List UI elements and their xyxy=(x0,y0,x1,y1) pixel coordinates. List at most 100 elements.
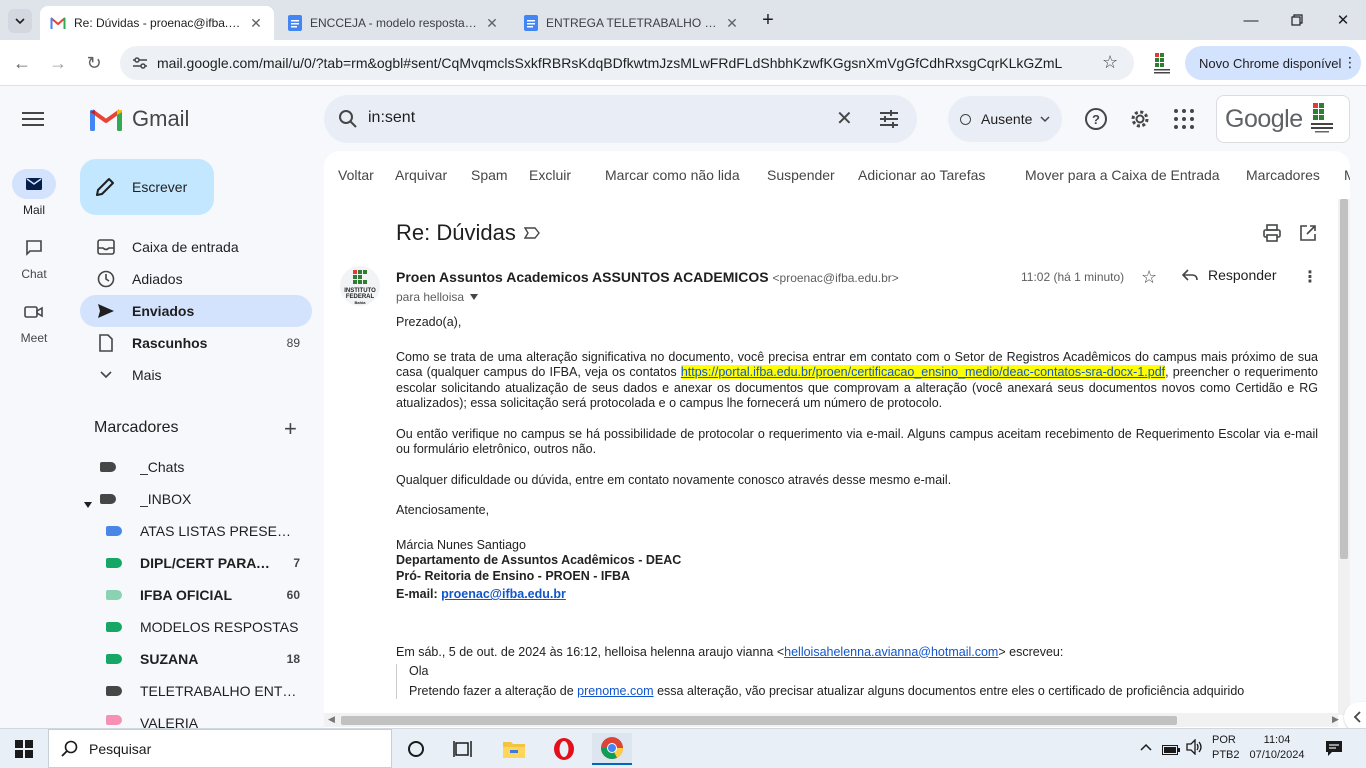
delete-button[interactable]: Excluir xyxy=(529,167,571,183)
reply-button[interactable]: Responder xyxy=(1182,267,1277,283)
close-icon[interactable]: ✕ xyxy=(248,15,264,32)
battery-icon[interactable] xyxy=(1162,742,1180,758)
horizontal-scrollbar-thumb[interactable] xyxy=(341,716,1177,725)
sidebar-item-inbox[interactable]: Caixa de entrada xyxy=(80,231,312,263)
sender-name[interactable]: Proen Assuntos Academicos ASSUNTOS ACADE… xyxy=(396,269,769,285)
input-language-indicator[interactable]: POR PTB2 xyxy=(1212,733,1240,763)
search-options-icon[interactable] xyxy=(879,109,899,129)
close-icon[interactable]: ✕ xyxy=(724,15,740,32)
recipients[interactable]: para helloisa xyxy=(396,290,479,304)
task-view-button[interactable] xyxy=(443,733,483,765)
labels-button[interactable]: Marcadores xyxy=(1246,167,1320,183)
google-account-button[interactable]: Google xyxy=(1216,95,1350,143)
close-icon[interactable]: ✕ xyxy=(484,15,500,32)
label-chats[interactable]: _Chats xyxy=(100,451,312,483)
settings-button[interactable] xyxy=(1128,107,1152,134)
cortana-button[interactable] xyxy=(396,733,436,765)
browser-toolbar: ← → ↻ mail.google.com/mail/u/0/?tab=rm&o… xyxy=(0,40,1366,86)
back-action-button[interactable]: Voltar xyxy=(338,167,374,183)
quote-sender-email-link[interactable]: helloisahelenna.avianna@hotmail.com xyxy=(784,645,998,659)
label-dipl-cert[interactable]: DIPL/CERT PARA ... 7 xyxy=(106,547,318,579)
sidebar-item-more[interactable]: Mais xyxy=(80,359,312,391)
signature-email-link[interactable]: proenac@ifba.edu.br xyxy=(441,587,566,601)
site-info-icon[interactable] xyxy=(132,56,148,70)
open-new-window-icon[interactable] xyxy=(1299,224,1317,242)
apps-button[interactable] xyxy=(1173,108,1195,133)
taskbar-search-placeholder: Pesquisar xyxy=(89,740,152,757)
vertical-scrollbar[interactable] xyxy=(1338,199,1350,715)
start-button[interactable] xyxy=(4,733,44,765)
forward-button[interactable]: → xyxy=(44,49,72,77)
label-important-icon[interactable] xyxy=(524,227,540,239)
reply-arrow-icon xyxy=(1182,269,1198,281)
snooze-button[interactable]: Suspender xyxy=(767,167,835,183)
hamburger-menu-icon xyxy=(22,112,44,126)
horizontal-scrollbar[interactable]: ◀ ▶ xyxy=(324,713,1339,727)
clear-search-icon[interactable]: ✕ xyxy=(836,106,853,131)
sender-avatar[interactable]: INSTITUTO FEDERAL Bahia xyxy=(340,266,380,306)
chrome-taskbar-button[interactable] xyxy=(592,733,632,765)
plus-icon: + xyxy=(762,8,774,31)
add-to-tasks-button[interactable]: Adicionar ao Tarefas xyxy=(858,167,985,183)
new-chrome-available-button[interactable]: Novo Chrome disponível ⋮ xyxy=(1185,46,1361,80)
gmail-logo[interactable]: Gmail xyxy=(90,106,189,132)
more-vert-icon[interactable]: ⋮ xyxy=(1343,54,1357,71)
notification-center-button[interactable] xyxy=(1325,740,1343,760)
prenome-link[interactable]: prenome.com xyxy=(577,684,653,698)
scroll-right-icon[interactable]: ▶ xyxy=(1332,714,1339,725)
taskbar-clock[interactable]: 11:04 07/10/2024 xyxy=(1246,733,1308,763)
archive-button[interactable]: Arquivar xyxy=(395,167,447,183)
file-explorer-button[interactable] xyxy=(494,733,534,765)
label-suzana[interactable]: SUZANA 18 xyxy=(106,643,318,675)
opera-button[interactable] xyxy=(544,733,584,765)
label-inbox[interactable]: _INBOX xyxy=(84,483,312,515)
spam-button[interactable]: Spam xyxy=(471,167,508,183)
reload-button[interactable]: ↻ xyxy=(80,49,108,77)
label-valeria[interactable]: VALERIA xyxy=(106,707,318,728)
minimize-button[interactable]: — xyxy=(1228,0,1274,40)
back-button[interactable]: ← xyxy=(8,49,36,77)
label-atas[interactable]: ATAS LISTAS PRESENÇ... xyxy=(106,515,318,547)
print-icon[interactable] xyxy=(1263,224,1281,242)
address-bar[interactable]: mail.google.com/mail/u/0/?tab=rm&ogbl#se… xyxy=(120,46,1134,80)
browser-tab-gmail[interactable]: Re: Dúvidas - proenac@ifba.edu.br ✕ xyxy=(40,6,274,40)
mark-unread-button[interactable]: Marcar como não lida xyxy=(605,167,740,183)
rail-meet[interactable]: Meet xyxy=(0,297,68,345)
label-ifba-oficial[interactable]: IFBA OFICIAL 60 xyxy=(106,579,318,611)
add-label-button[interactable]: + xyxy=(284,416,297,442)
sidebar-item-snoozed[interactable]: Adiados xyxy=(80,263,312,295)
search-bar[interactable]: in:sent ✕ xyxy=(324,95,917,143)
browser-tab-encceja[interactable]: ENCCEJA - modelo respostas - Goo ✕ xyxy=(278,6,510,40)
contacts-pdf-link[interactable]: https://portal.ifba.edu.br/proen/certifi… xyxy=(680,365,1166,379)
close-window-button[interactable]: ✕ xyxy=(1320,0,1366,40)
restore-button[interactable] xyxy=(1274,0,1320,40)
label-teletrabalho[interactable]: TELETRABALHO ENTRE... xyxy=(106,675,318,707)
compose-button[interactable]: Escrever xyxy=(80,159,214,215)
search-icon[interactable] xyxy=(338,109,358,129)
rail-mail[interactable]: Mail xyxy=(0,169,68,217)
browser-tab-teletrabalho[interactable]: ENTREGA TELETRABALHO MARÇO ✕ xyxy=(514,6,750,40)
tab-search-button[interactable] xyxy=(8,9,32,33)
more-actions-button[interactable]: M xyxy=(1344,167,1350,183)
help-button[interactable]: ? xyxy=(1084,107,1108,134)
sidebar-item-sent[interactable]: Enviados xyxy=(80,295,312,327)
volume-icon[interactable] xyxy=(1186,738,1204,758)
vertical-scrollbar-thumb[interactable] xyxy=(1340,199,1348,559)
ifba-extension-icon[interactable] xyxy=(1152,51,1172,75)
move-to-inbox-button[interactable]: Mover para a Caixa de Entrada xyxy=(1025,167,1220,183)
search-input[interactable]: in:sent xyxy=(368,109,415,127)
label-tag-icon xyxy=(106,526,122,536)
more-vert-icon[interactable]: ⋮ xyxy=(1302,267,1318,287)
sidebar-item-drafts[interactable]: Rascunhos 89 xyxy=(80,327,312,359)
star-icon[interactable]: ☆ xyxy=(1141,267,1157,288)
caret-down-icon[interactable] xyxy=(84,495,92,511)
new-tab-button[interactable]: + xyxy=(756,8,780,32)
show-hidden-icons-button[interactable] xyxy=(1140,740,1152,754)
status-selector[interactable]: Ausente xyxy=(948,96,1062,142)
taskbar-search-box[interactable]: Pesquisar xyxy=(48,729,392,768)
scroll-left-icon[interactable]: ◀ xyxy=(328,714,335,725)
bookmark-star-icon[interactable]: ☆ xyxy=(1102,52,1118,73)
rail-chat[interactable]: Chat xyxy=(0,233,68,281)
main-menu-button[interactable] xyxy=(22,110,44,131)
label-modelos-respostas[interactable]: MODELOS RESPOSTAS xyxy=(106,611,318,643)
